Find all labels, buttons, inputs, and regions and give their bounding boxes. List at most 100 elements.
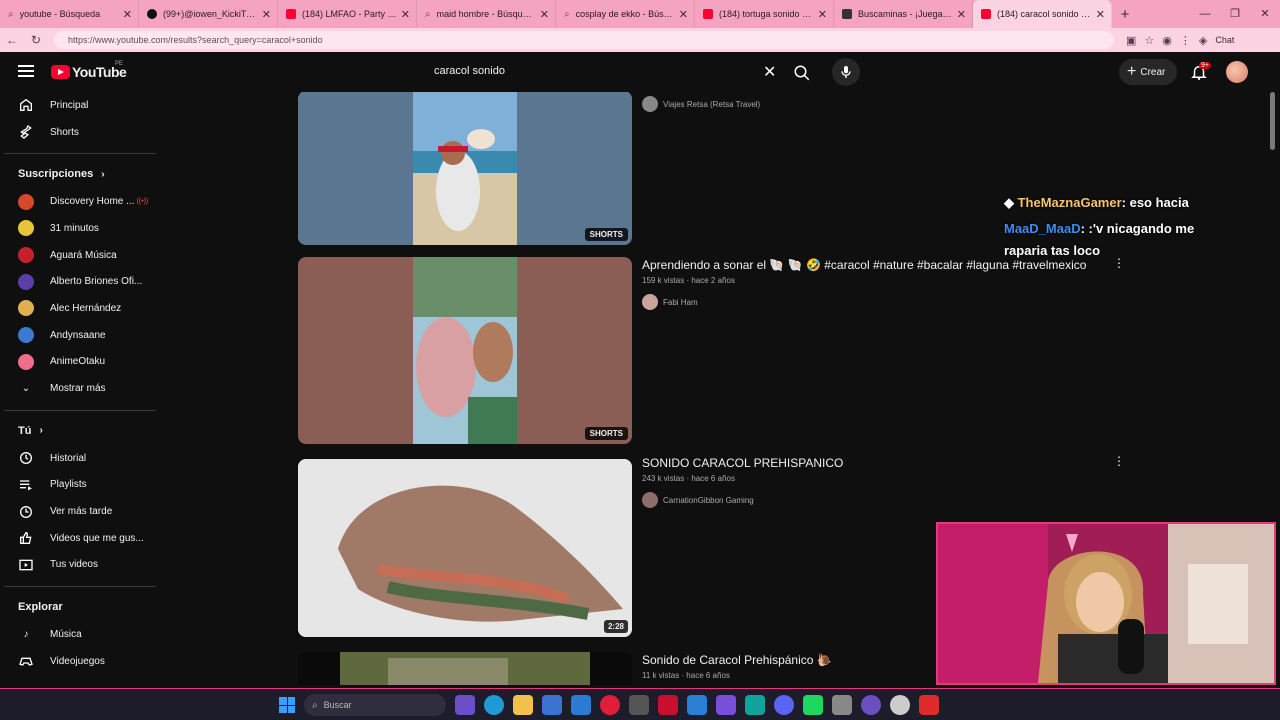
subscriptions-heading[interactable]: Suscripciones ›: [0, 160, 160, 188]
show-more-button[interactable]: ⌄ Mostrar más: [0, 375, 160, 402]
search-input[interactable]: caracol sonido ✕: [423, 59, 789, 85]
channel-avatar: [18, 353, 34, 370]
sidebar-item-subscription[interactable]: Alec Hernández: [0, 295, 160, 322]
app-icon[interactable]: [861, 695, 881, 715]
mail-icon[interactable]: [571, 695, 591, 715]
app-icon[interactable]: [716, 695, 736, 715]
sidebar-item-gaming[interactable]: Videojuegos: [0, 648, 160, 675]
close-tab-icon[interactable]: ✕: [679, 8, 688, 21]
profile-icon[interactable]: ◉: [1162, 34, 1172, 47]
channel-link[interactable]: CarnationGibbon Gaming: [642, 492, 754, 508]
browser-tab[interactable]: Buscaminas - ¡Juega ahora!✕: [834, 0, 973, 28]
sidebar-item-principal[interactable]: Principal: [0, 92, 160, 119]
app-icon[interactable]: [832, 695, 852, 715]
channel-link[interactable]: Fabi Ham: [642, 294, 698, 310]
taskbar-search-input[interactable]: ⌕ Buscar: [304, 694, 446, 716]
sidebar-item-playlists[interactable]: Playlists: [0, 472, 160, 499]
close-tab-icon[interactable]: ✕: [262, 8, 271, 21]
file-explorer-icon[interactable]: [513, 695, 533, 715]
sidebar-item-music[interactable]: ♪ Música: [0, 621, 160, 648]
hamburger-menu-icon[interactable]: [18, 65, 34, 77]
page-scrollbar[interactable]: [1268, 92, 1276, 685]
video-title[interactable]: Sonido de Caracol Prehispánico 🐌: [642, 653, 832, 667]
close-tab-icon[interactable]: ✕: [540, 8, 549, 21]
user-avatar[interactable]: [1226, 61, 1248, 83]
scrollbar-thumb[interactable]: [1270, 92, 1275, 150]
url-field[interactable]: https://www.youtube.com/results?search_q…: [54, 31, 1114, 49]
more-menu-icon[interactable]: ⋮: [1180, 34, 1191, 47]
opera-icon[interactable]: [600, 695, 620, 715]
sidebar-item-history[interactable]: Historial: [0, 445, 160, 472]
window-controls: — ❐ ✕: [1190, 0, 1280, 28]
close-tab-icon[interactable]: ✕: [123, 8, 132, 21]
app-icon[interactable]: [745, 695, 765, 715]
video-thumbnail[interactable]: [298, 652, 632, 685]
search-icon[interactable]: [793, 64, 811, 82]
browser-tab-active[interactable]: (184) caracol sonido - YouTu✕: [973, 0, 1112, 28]
minimize-icon[interactable]: —: [1190, 0, 1220, 28]
browser-tab[interactable]: (184) tortuga sonido - YouTu✕: [695, 0, 834, 28]
sidebar-item-liked-videos[interactable]: Videos que me gus...: [0, 525, 160, 552]
new-tab-button[interactable]: +: [1112, 6, 1138, 23]
chat-button[interactable]: Chat: [1215, 35, 1234, 45]
close-tab-icon[interactable]: ✕: [957, 8, 966, 21]
edge-browser-icon[interactable]: [484, 695, 504, 715]
you-heading[interactable]: Tú ›: [0, 417, 160, 445]
sidebar-item-your-videos[interactable]: Tus videos: [0, 552, 160, 579]
store-icon[interactable]: [542, 695, 562, 715]
close-tab-icon[interactable]: ✕: [401, 8, 410, 21]
sidebar-item-subscription[interactable]: Aguará Música: [0, 242, 160, 269]
channel-avatar: [642, 96, 658, 112]
explore-heading: Explorar: [18, 601, 63, 614]
os-taskbar: ⌕ Buscar: [0, 688, 1280, 720]
channel-avatar: [18, 273, 34, 290]
video-title[interactable]: SONIDO CARACOL PREHISPANICO: [642, 456, 843, 470]
browser-tab[interactable]: ⌕ youtube - Búsqueda ✕: [0, 0, 139, 28]
back-icon[interactable]: ←: [0, 33, 24, 47]
chat-badge-icon: ◆: [1004, 195, 1018, 210]
more-options-icon[interactable]: ⋮: [1113, 454, 1125, 468]
clear-search-icon[interactable]: ✕: [763, 62, 776, 82]
maximize-icon[interactable]: ❐: [1220, 0, 1250, 28]
app-icon[interactable]: [919, 695, 939, 715]
browser-tab[interactable]: (99+)@iowen_KickiTusOwe✕: [139, 0, 278, 28]
app-icon[interactable]: [803, 695, 823, 715]
sidebar-item-subscription[interactable]: 31 minutos: [0, 215, 160, 242]
app-icon[interactable]: [687, 695, 707, 715]
video-meta: 159 k vistas · hace 2 años: [642, 276, 735, 285]
video-thumbnail[interactable]: SHORTS: [298, 257, 632, 444]
settings-icon[interactable]: [890, 695, 910, 715]
sidebar-item-subscription[interactable]: Andynsaane: [0, 322, 160, 349]
close-tab-icon[interactable]: ✕: [1096, 8, 1105, 21]
mic-button[interactable]: [832, 58, 860, 86]
app-icon[interactable]: [629, 695, 649, 715]
extensions-icon[interactable]: ▣: [1126, 34, 1136, 47]
music-icon: ♪: [23, 629, 29, 641]
browser-tab[interactable]: (184) LMFAO - Party Rock A✕: [278, 0, 417, 28]
video-thumbnail[interactable]: 2:28: [298, 459, 632, 637]
history-icon: [18, 450, 34, 466]
chevron-down-icon: ⌄: [21, 383, 31, 395]
browser-tab[interactable]: ⌕ maid hombre - Búsqueda ✕: [417, 0, 556, 28]
app-icon[interactable]: [658, 695, 678, 715]
copilot-icon[interactable]: ◈: [1199, 34, 1207, 47]
sidebar-item-subscription[interactable]: Discovery Home ... ((•)): [0, 188, 160, 215]
browser-tab[interactable]: ⌕cosplay de ekko - Búsqueda✕: [556, 0, 695, 28]
windows-start-icon[interactable]: [279, 697, 295, 713]
sidebar-item-watch-later[interactable]: Ver más tarde: [0, 498, 160, 525]
channel-link[interactable]: Viajes Retsa (Retsa Travel): [642, 96, 760, 112]
sidebar-item-subscription[interactable]: Alberto Briones Ofi...: [0, 268, 160, 295]
thumbnail-image: [298, 257, 632, 444]
sidebar-item-subscription[interactable]: AnimeOtaku: [0, 349, 160, 376]
create-button[interactable]: + Crear: [1119, 59, 1177, 85]
reload-icon[interactable]: ↻: [24, 33, 48, 47]
sidebar-item-shorts[interactable]: Shorts: [0, 119, 160, 146]
close-tab-icon[interactable]: ✕: [818, 8, 827, 21]
youtube-header: YouTube PE caracol sonido ✕ + Crear 9+: [0, 52, 1280, 92]
bookmark-star-icon[interactable]: ☆: [1144, 34, 1154, 47]
youtube-logo[interactable]: YouTube PE: [51, 61, 127, 80]
video-thumbnail[interactable]: SHORTS: [298, 92, 632, 245]
close-window-icon[interactable]: ✕: [1250, 0, 1280, 28]
discord-icon[interactable]: [774, 695, 794, 715]
app-icon[interactable]: [455, 695, 475, 715]
